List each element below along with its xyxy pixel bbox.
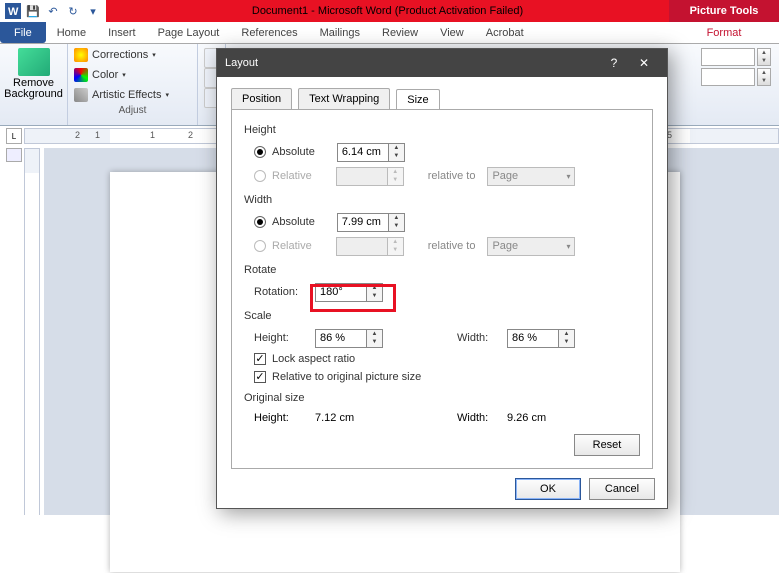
- remove-background-label[interactable]: Remove Background: [4, 78, 63, 100]
- dialog-titlebar[interactable]: Layout ? ✕: [217, 49, 667, 77]
- tab-position[interactable]: Position: [231, 88, 292, 109]
- spin-button[interactable]: ▲▼: [559, 329, 575, 348]
- original-size-label: Original size: [244, 392, 640, 404]
- ribbon-tabs: File Home Insert Page Layout References …: [0, 22, 779, 44]
- picture-tools-contextual: Picture Tools: [669, 0, 779, 22]
- spin-button: ▲▼: [388, 167, 404, 186]
- remove-background-icon[interactable]: [18, 48, 50, 76]
- spin-button[interactable]: ▲▼: [757, 48, 771, 66]
- width-relative-input: ▲▼: [336, 237, 404, 256]
- spin-button: ▲▼: [388, 237, 404, 256]
- spin-button[interactable]: ▲▼: [389, 143, 405, 162]
- height-group-label: Height: [244, 124, 640, 136]
- size-panel: Height Absolute ▲▼ Relative ▲▼ relative …: [231, 109, 653, 469]
- height-relative-radio: [254, 170, 266, 182]
- tab-size[interactable]: Size: [396, 89, 439, 110]
- dialog-tab-row: Position Text Wrapping Size: [231, 85, 653, 109]
- rotation-label: Rotation:: [254, 286, 309, 298]
- tab-acrobat[interactable]: Acrobat: [475, 22, 535, 43]
- width-absolute-radio[interactable]: [254, 216, 266, 228]
- save-icon[interactable]: 💾: [24, 2, 42, 20]
- orig-height-value: 7.12 cm: [315, 412, 395, 424]
- tab-home[interactable]: Home: [46, 22, 97, 43]
- spin-button[interactable]: ▲▼: [389, 213, 405, 232]
- orig-height-label: Height:: [254, 412, 309, 424]
- orig-width-label: Width:: [457, 412, 501, 424]
- spin-button[interactable]: ▲▼: [367, 329, 383, 348]
- dialog-actions: OK Cancel: [515, 478, 655, 500]
- height-absolute-input[interactable]: ▲▼: [337, 143, 405, 162]
- quick-access-toolbar: W 💾 ↶ ↻ ▾: [0, 2, 106, 20]
- scale-width-label: Width:: [457, 332, 501, 344]
- tab-text-wrapping[interactable]: Text Wrapping: [298, 88, 390, 109]
- width-group-label: Width: [244, 194, 640, 206]
- width-relative-to-select: Page▾: [487, 237, 575, 256]
- qat-customize-icon[interactable]: ▾: [84, 2, 102, 20]
- redo-icon[interactable]: ↻: [64, 2, 82, 20]
- help-button[interactable]: ?: [599, 49, 629, 77]
- close-button[interactable]: ✕: [629, 49, 659, 77]
- adjust-group: Corrections▾ Color▾ Artistic Effects▾ Ad…: [68, 44, 198, 125]
- relative-to-label: relative to: [428, 240, 476, 252]
- remove-background-group: Remove Background: [0, 44, 68, 125]
- corrections-button[interactable]: Corrections▾: [74, 45, 191, 65]
- brightness-icon: [74, 48, 88, 62]
- width-absolute-label: Absolute: [272, 216, 315, 228]
- lock-aspect-label: Lock aspect ratio: [272, 353, 355, 365]
- tab-view[interactable]: View: [429, 22, 475, 43]
- scale-width-input[interactable]: ▲▼: [507, 329, 575, 348]
- height-absolute-radio[interactable]: [254, 146, 266, 158]
- orig-width-value: 9.26 cm: [507, 412, 587, 424]
- size-group: ▲▼ ▲▼: [701, 44, 779, 125]
- relative-original-checkbox[interactable]: [254, 371, 266, 383]
- scale-height-input[interactable]: ▲▼: [315, 329, 383, 348]
- adjust-group-title: Adjust: [74, 105, 191, 119]
- rotate-group-label: Rotate: [244, 264, 640, 276]
- scale-height-label: Height:: [254, 332, 309, 344]
- tab-selector[interactable]: L: [6, 128, 22, 144]
- artistic-effects-button[interactable]: Artistic Effects▾: [74, 85, 191, 105]
- color-icon: [74, 68, 88, 82]
- shape-width-field[interactable]: ▲▼: [701, 68, 771, 86]
- height-relative-label: Relative: [272, 170, 312, 182]
- shape-height-field[interactable]: ▲▼: [701, 48, 771, 66]
- width-relative-label: Relative: [272, 240, 312, 252]
- highlight-box: [310, 284, 396, 312]
- height-absolute-label: Absolute: [272, 146, 315, 158]
- cancel-button[interactable]: Cancel: [589, 478, 655, 500]
- ok-button[interactable]: OK: [515, 478, 581, 500]
- tab-page-layout[interactable]: Page Layout: [147, 22, 231, 43]
- word-icon: W: [4, 2, 22, 20]
- svg-text:W: W: [8, 6, 19, 18]
- tab-file[interactable]: File: [0, 22, 46, 43]
- width-absolute-input[interactable]: ▲▼: [337, 213, 405, 232]
- vertical-ruler[interactable]: [24, 148, 40, 515]
- color-button[interactable]: Color▾: [74, 65, 191, 85]
- width-relative-radio: [254, 240, 266, 252]
- title-bar: W 💾 ↶ ↻ ▾ Document1 - Microsoft Word (Pr…: [0, 0, 779, 22]
- tab-review[interactable]: Review: [371, 22, 429, 43]
- tab-mailings[interactable]: Mailings: [309, 22, 371, 43]
- height-relative-input: ▲▼: [336, 167, 404, 186]
- spin-button[interactable]: ▲▼: [757, 68, 771, 86]
- layout-dialog: Layout ? ✕ Position Text Wrapping Size H…: [216, 48, 668, 509]
- dialog-title: Layout: [225, 57, 258, 69]
- artistic-icon: [74, 88, 88, 102]
- tab-references[interactable]: References: [230, 22, 308, 43]
- tab-insert[interactable]: Insert: [97, 22, 147, 43]
- tab-format[interactable]: Format: [669, 22, 779, 43]
- undo-icon[interactable]: ↶: [44, 2, 62, 20]
- reset-button[interactable]: Reset: [574, 434, 640, 456]
- relative-to-label: relative to: [428, 170, 476, 182]
- relative-original-label: Relative to original picture size: [272, 371, 421, 383]
- height-relative-to-select: Page▾: [487, 167, 575, 186]
- ruler-button[interactable]: [6, 148, 22, 162]
- scale-group-label: Scale: [244, 310, 640, 322]
- lock-aspect-checkbox[interactable]: [254, 353, 266, 365]
- window-title: Document1 - Microsoft Word (Product Acti…: [106, 0, 669, 22]
